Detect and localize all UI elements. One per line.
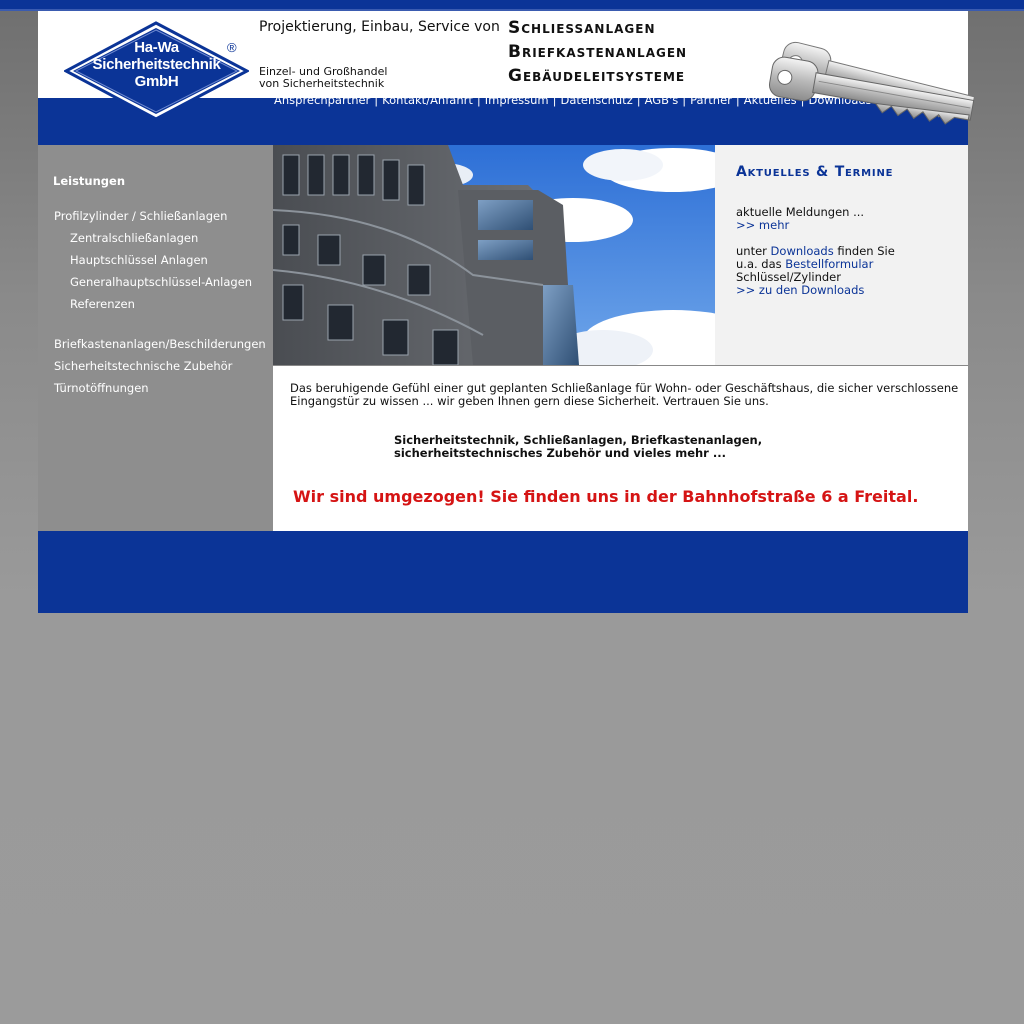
sidebar-item-referenzen[interactable]: Referenzen xyxy=(70,297,135,311)
nav-separator: | xyxy=(552,93,557,107)
tagline-main: Projektierung, Einbau, Service von xyxy=(259,19,500,35)
news-panel: Aktuelles & Termine aktuelle Meldungen .… xyxy=(715,145,968,365)
main-content: Das beruhigende Gefühl einer gut geplant… xyxy=(273,366,968,531)
news-more-link[interactable]: >> mehr xyxy=(736,218,789,232)
logo-text: Ha-Wa Sicherheitstechnik GmbH xyxy=(64,39,249,90)
building-illustration xyxy=(273,145,715,365)
nav-separator: | xyxy=(735,93,740,107)
nav-ansprechpartner[interactable]: Ansprechpartner xyxy=(274,93,370,107)
keys-image xyxy=(768,41,988,141)
page-container: Ha-Wa Sicherheitstechnik GmbH ® Projekti… xyxy=(38,11,976,613)
services-list: Schliessanlagen Briefkastenanlagen Gebäu… xyxy=(508,16,687,88)
sidebar-heading: Leistungen xyxy=(53,174,126,188)
service-item: Schliessanlagen xyxy=(508,18,656,38)
tagline-sub: Einzel- und Großhandel von Sicherheitste… xyxy=(259,66,419,90)
sidebar: Leistungen Profilzylinder / Schließanlag… xyxy=(38,145,273,531)
nav-kontakt[interactable]: Kontakt/Anfahrt xyxy=(382,93,473,107)
sidebar-item-profilzylinder[interactable]: Profilzylinder / Schließanlagen xyxy=(54,209,227,223)
moved-notice: Wir sind umgezogen! Sie finden uns in de… xyxy=(293,487,919,506)
service-item: Gebäudeleitsysteme xyxy=(508,66,686,86)
sidebar-item-hauptschluessel[interactable]: Hauptschlüssel Anlagen xyxy=(70,253,208,267)
sidebar-item-briefkastenanlagen[interactable]: Briefkastenanlagen/Beschilderungen xyxy=(54,337,266,351)
keys-icon xyxy=(768,41,976,125)
company-logo[interactable]: Ha-Wa Sicherheitstechnik GmbH ® xyxy=(64,21,249,121)
nav-partner[interactable]: Partner xyxy=(690,93,732,107)
news-body: aktuelle Meldungen ... >> mehr unter Dow… xyxy=(736,206,966,297)
nav-datenschutz[interactable]: Datenschutz xyxy=(561,93,633,107)
news-text: u.a. das xyxy=(736,257,782,271)
logo-line-3: GmbH xyxy=(134,73,179,90)
logo-line-1: Ha-Wa xyxy=(134,39,179,56)
news-bestellformular-link[interactable]: Bestellformular xyxy=(785,257,873,271)
sidebar-item-tuernotoeffnungen[interactable]: Türnotöffnungen xyxy=(54,381,149,395)
nav-agb[interactable]: AGB's xyxy=(645,93,679,107)
highlight-line-2: sicherheitstechnisches Zubehör und viele… xyxy=(394,446,726,460)
news-text: finden Sie xyxy=(837,244,895,258)
sidebar-item-zentralschliessanlagen[interactable]: Zentralschließanlagen xyxy=(70,231,198,245)
news-to-downloads-link[interactable]: >> zu den Downloads xyxy=(736,283,864,297)
news-text: unter xyxy=(736,244,767,258)
service-item: Briefkastenanlagen xyxy=(508,42,688,62)
nav-separator: | xyxy=(636,93,641,107)
top-bar xyxy=(0,0,1024,9)
highlight-text: Sicherheitstechnik, Schließanlagen, Brie… xyxy=(394,434,762,460)
registered-mark: ® xyxy=(227,40,237,55)
sidebar-item-zubehoer[interactable]: Sicherheitstechnische Zubehör xyxy=(54,359,232,373)
nav-impressum[interactable]: Impressum xyxy=(485,93,549,107)
nav-separator: | xyxy=(374,93,379,107)
news-title: Aktuelles & Termine xyxy=(736,164,894,180)
nav-separator: | xyxy=(682,93,687,107)
intro-text: Das beruhigende Gefühl einer gut geplant… xyxy=(290,381,959,408)
nav-separator: | xyxy=(476,93,481,107)
logo-line-2: Sicherheitstechnik xyxy=(92,56,221,73)
sidebar-item-generalhauptschluessel[interactable]: Generalhauptschlüssel-Anlagen xyxy=(70,275,252,289)
tagline-sub-line-2: von Sicherheitstechnik xyxy=(259,77,385,90)
hero-building-image xyxy=(273,145,715,365)
news-downloads-link[interactable]: Downloads xyxy=(771,244,834,258)
footer xyxy=(38,531,968,613)
